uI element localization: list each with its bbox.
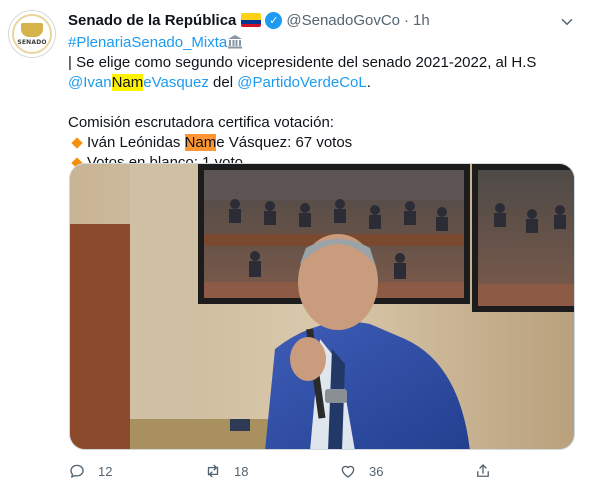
tweet-text-line1: | Se elige como segundo vicepresidente d… [68, 54, 537, 71]
reply-icon [70, 464, 84, 478]
mention1-highlight: Nam [111, 74, 144, 91]
retweet-button[interactable]: 18 [204, 462, 248, 480]
tweet-photo[interactable] [69, 163, 575, 450]
reply-button[interactable]: 12 [68, 462, 112, 480]
vote-item-1-highlight: Nam [184, 134, 217, 151]
classical-building-icon [228, 35, 243, 49]
share-button[interactable] [474, 462, 492, 480]
vote-item-1: Iván Leónidas Name Vásquez: 67 votos [68, 133, 578, 153]
tweet-header: Senado de la República ✓ @SenadoGovCo · … [68, 9, 430, 31]
retweet-count: 18 [234, 463, 249, 479]
orange-diamond-icon [71, 136, 83, 149]
tweet-body: #PlenariaSenado_Mixta | Se elige como seg… [68, 33, 578, 173]
mention-link-ivan[interactable]: @IvanNameVasquez [68, 74, 209, 91]
like-button[interactable]: 36 [339, 462, 383, 480]
heart-icon [341, 465, 355, 478]
share-icon [477, 464, 489, 477]
retweet-icon [207, 464, 219, 478]
more-options-chevron-icon[interactable] [558, 13, 576, 31]
tweet-actions: 12 18 36 [68, 462, 498, 482]
mention-link-partido[interactable]: @PartidoVerdeCoL [237, 74, 366, 91]
tweet-heading: Comisión escrutadora certifica votación: [68, 114, 334, 131]
mention-joiner: del [213, 74, 234, 91]
period: . [366, 74, 371, 91]
avatar[interactable]: SENADO [8, 10, 56, 58]
colombia-flag-icon [245, 36, 265, 50]
vote-item-1-a: Iván Leónidas [87, 134, 181, 151]
hashtag-link[interactable]: #PlenariaSenado_Mixta [68, 34, 227, 51]
mention1-part-a: @Ivan [68, 74, 112, 91]
like-count: 36 [369, 463, 384, 479]
time-separator: · [404, 11, 410, 29]
verified-badge-icon: ✓ [265, 11, 283, 29]
tweet-paragraph-1: #PlenariaSenado_Mixta [68, 33, 578, 53]
timestamp[interactable]: 1h [413, 12, 430, 29]
reply-count: 12 [98, 463, 113, 479]
tweet-spacer [68, 93, 578, 113]
mention1-part-b: eVasquez [143, 74, 209, 91]
avatar-ring [12, 14, 52, 54]
account-name[interactable]: Senado de la República [68, 12, 236, 29]
vote-item-1-b: e Vásquez: 67 votos [216, 134, 353, 151]
tweet[interactable]: SENADO Senado de la República ✓ @SenadoG… [0, 0, 592, 495]
senate-photo-illustration [70, 164, 574, 449]
account-handle[interactable]: @SenadoGovCo [286, 12, 400, 29]
colombia-flag-icon [241, 13, 262, 27]
